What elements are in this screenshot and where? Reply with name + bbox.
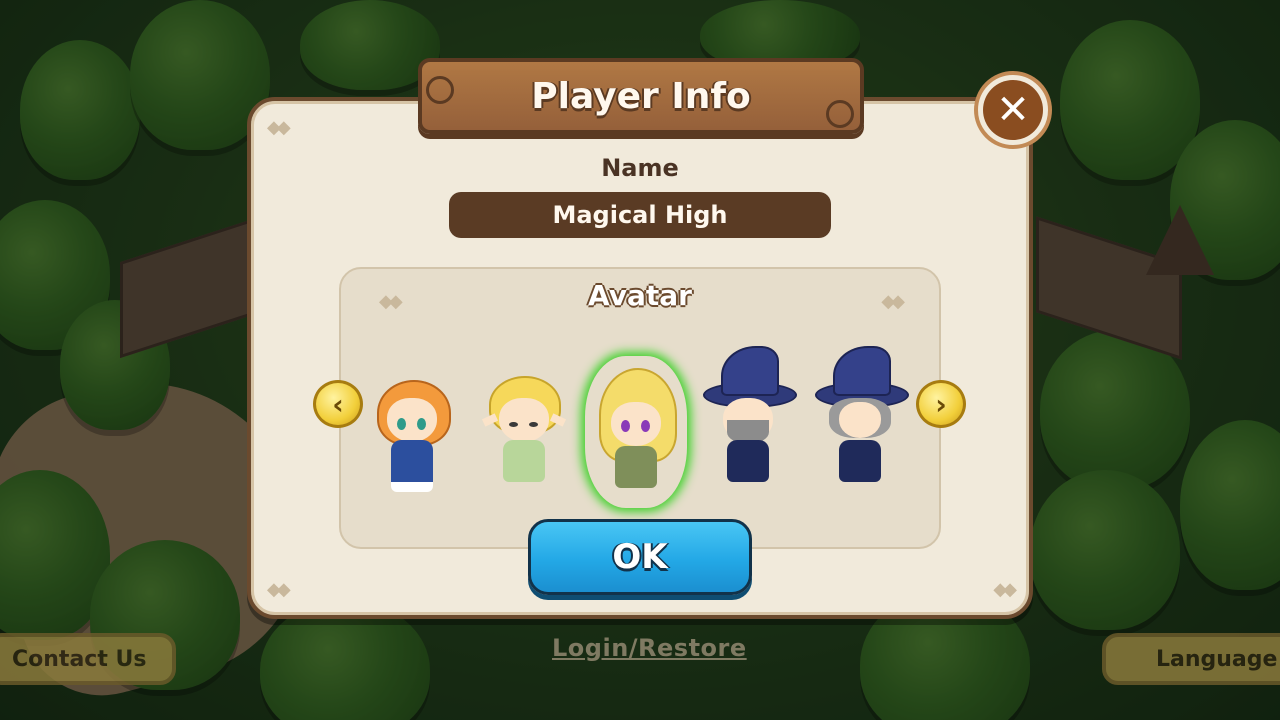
diamond-decoration: ◆◆ — [881, 291, 905, 312]
avatar-option-wizard-bearded[interactable] — [703, 346, 797, 486]
ok-button[interactable]: OK — [528, 519, 752, 595]
avatar-option-wizard-grey[interactable] — [815, 346, 909, 486]
avatar-option-elf-boy[interactable] — [479, 360, 569, 500]
avatar-prev-button[interactable]: ‹ — [313, 380, 363, 428]
avatar-eye — [509, 422, 518, 427]
wizard-hat-icon — [833, 346, 891, 396]
title-banner: Player Info — [418, 58, 864, 134]
login-restore-link[interactable]: Login/Restore — [552, 634, 747, 662]
language-label: Language — [1156, 646, 1278, 672]
avatar-option-girl[interactable] — [367, 360, 457, 500]
chevron-left-icon: ‹ — [332, 387, 344, 421]
avatar-body — [727, 440, 769, 482]
language-button[interactable]: Language — [1102, 633, 1280, 685]
avatar-eye — [621, 420, 630, 432]
avatar-body — [839, 440, 881, 482]
diamond-decoration: ◆◆ — [379, 291, 403, 312]
diamond-decoration: ◆◆ — [267, 117, 291, 138]
dialog-title: Player Info — [531, 75, 751, 117]
avatar-eye — [529, 422, 538, 427]
contact-us-label: Contact Us — [12, 646, 147, 672]
avatar-face — [387, 398, 437, 442]
avatar-face — [611, 402, 661, 446]
avatar-body — [615, 446, 657, 488]
avatar-eye — [397, 418, 406, 430]
wizard-hat-icon — [721, 346, 779, 396]
avatar-next-button[interactable]: › — [916, 380, 966, 428]
diamond-decoration: ◆◆ — [993, 579, 1017, 600]
banner-curl-icon — [426, 76, 454, 104]
name-label: Name — [601, 154, 679, 182]
avatar-title: Avatar — [588, 279, 692, 312]
avatar-option-elf-girl-selected[interactable] — [591, 362, 681, 502]
close-icon: ✕ — [983, 80, 1043, 140]
banner-curl-icon — [826, 100, 854, 128]
contact-us-button[interactable]: Contact Us — [0, 633, 176, 685]
avatar-face — [499, 398, 549, 442]
close-button[interactable]: ✕ — [974, 71, 1052, 149]
avatar-body — [503, 440, 545, 482]
avatar-eye — [641, 420, 650, 432]
chevron-right-icon: › — [935, 387, 947, 421]
avatar-face — [839, 402, 881, 438]
diamond-decoration: ◆◆ — [267, 579, 291, 600]
avatar-eye — [417, 418, 426, 430]
avatar-body — [391, 440, 433, 492]
player-name-field[interactable]: Magical High — [449, 192, 831, 238]
ok-label: OK — [612, 537, 668, 577]
